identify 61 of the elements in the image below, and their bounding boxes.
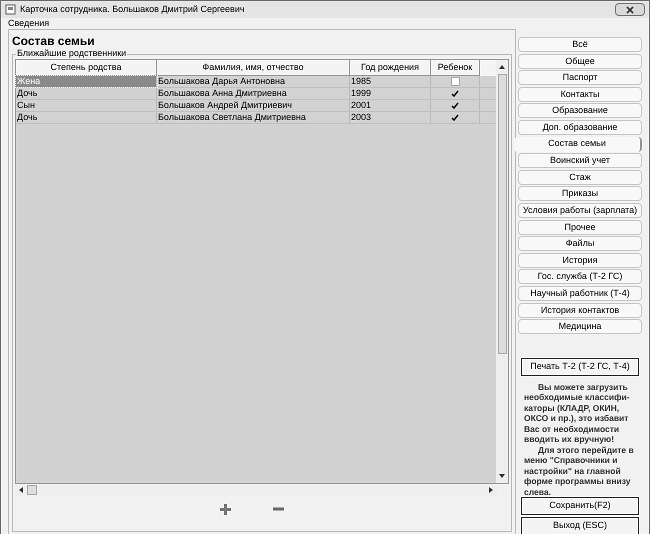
- nav-tab[interactable]: Состав семьи: [514, 136, 642, 152]
- nav-tab[interactable]: Стаж: [518, 170, 642, 185]
- scroll-thumb[interactable]: [27, 485, 37, 495]
- checkbox[interactable]: [450, 89, 460, 98]
- scroll-down-icon[interactable]: [499, 474, 505, 478]
- nav-tab[interactable]: Прочее: [518, 220, 642, 235]
- app-icon: [5, 4, 16, 15]
- table-cell: Дочь: [16, 112, 157, 123]
- nav-tab[interactable]: Воинский учет: [518, 153, 642, 168]
- column-header[interactable]: Ребенок: [431, 60, 480, 76]
- checkbox[interactable]: [450, 113, 460, 122]
- nav-tab[interactable]: Гос. служба (Т-2 ГС): [518, 269, 642, 284]
- table-cell: Большаков Андрей Дмитриевич: [157, 100, 350, 111]
- hint-text: Вы можете загрузить необходимые классифи-каторы (КЛАДР, ОКИН, ОКСО и пр.), это избавит Вас от необходимости вводить их вручную! Для этого перейдите в меню "Справочники и настройки" на главной форме программы внизу слева.: [523, 380, 635, 498]
- table-row[interactable]: Дочь Большакова Анна Дмитриевна 1999: [16, 88, 496, 100]
- group-label: Ближайшие родственники: [16, 48, 128, 59]
- add-icon[interactable]: [220, 504, 231, 514]
- nav-tab[interactable]: Паспорт: [518, 70, 642, 86]
- print-button[interactable]: Печать Т-2 (Т-2 ГС, Т-4): [521, 358, 639, 376]
- nav-tab[interactable]: Приказы: [518, 186, 642, 202]
- action-button[interactable]: Выход (ESC): [521, 517, 639, 534]
- nav-tab[interactable]: Всё: [518, 37, 642, 52]
- column-header[interactable]: Фамилия, имя, отчество: [157, 60, 350, 76]
- nav-tab[interactable]: Медицина: [518, 319, 642, 334]
- table-cell: 2003: [350, 112, 431, 123]
- column-header[interactable]: Год рождения: [350, 60, 431, 76]
- table-row[interactable]: Жена Большакова Дарья Антоновна 1985: [16, 76, 496, 88]
- scroll-thumb[interactable]: [498, 74, 506, 354]
- table-cell: Сын: [16, 100, 157, 111]
- scroll-left-icon[interactable]: [19, 487, 23, 493]
- table-row[interactable]: Сын Большаков Андрей Дмитриевич 2001: [16, 100, 496, 112]
- group-label: Сведения: [8, 18, 50, 29]
- nav-tab[interactable]: Доп. образование: [518, 120, 642, 135]
- close-button[interactable]: [615, 3, 645, 16]
- scroll-right-icon[interactable]: [489, 487, 493, 493]
- checkbox[interactable]: [450, 101, 460, 110]
- table-cell: 2001: [350, 100, 431, 111]
- vertical-scrollbar[interactable]: [496, 60, 508, 483]
- section-title: Состав семьи: [12, 34, 95, 48]
- action-button[interactable]: Сохранить(F2): [521, 497, 639, 516]
- table-cell: Большакова Дарья Антоновна: [157, 76, 350, 87]
- table-cell: Жена: [16, 76, 157, 87]
- table-row[interactable]: Дочь Большакова Светлана Дмитриевна 2003: [16, 112, 496, 124]
- table-cell: 1985: [350, 76, 431, 87]
- checkbox[interactable]: [450, 77, 460, 86]
- nav-tab[interactable]: Общее: [518, 54, 642, 69]
- nav-tab[interactable]: Образование: [518, 103, 642, 118]
- nav-tab[interactable]: Файлы: [518, 236, 642, 252]
- remove-icon[interactable]: [273, 507, 284, 511]
- nav-tab[interactable]: Научный работник (Т-4): [518, 286, 642, 301]
- table-cell: Дочь: [16, 88, 157, 99]
- table-cell: Большакова Светлана Дмитриевна: [157, 112, 350, 123]
- nav-tab[interactable]: Контакты: [518, 86, 642, 102]
- window-title: Карточка сотрудника. Большаков Дмитрий Сергеевич: [20, 2, 246, 16]
- nav-tab[interactable]: История: [518, 252, 642, 268]
- nav-tab[interactable]: История контактов: [518, 302, 642, 318]
- close-icon: [626, 6, 634, 14]
- scroll-up-icon[interactable]: [499, 65, 505, 69]
- nav-tab[interactable]: Условия работы (зарплата): [518, 202, 642, 218]
- table-cell: 1999: [350, 88, 431, 99]
- table-cell: Большакова Анна Дмитриевна: [157, 88, 350, 99]
